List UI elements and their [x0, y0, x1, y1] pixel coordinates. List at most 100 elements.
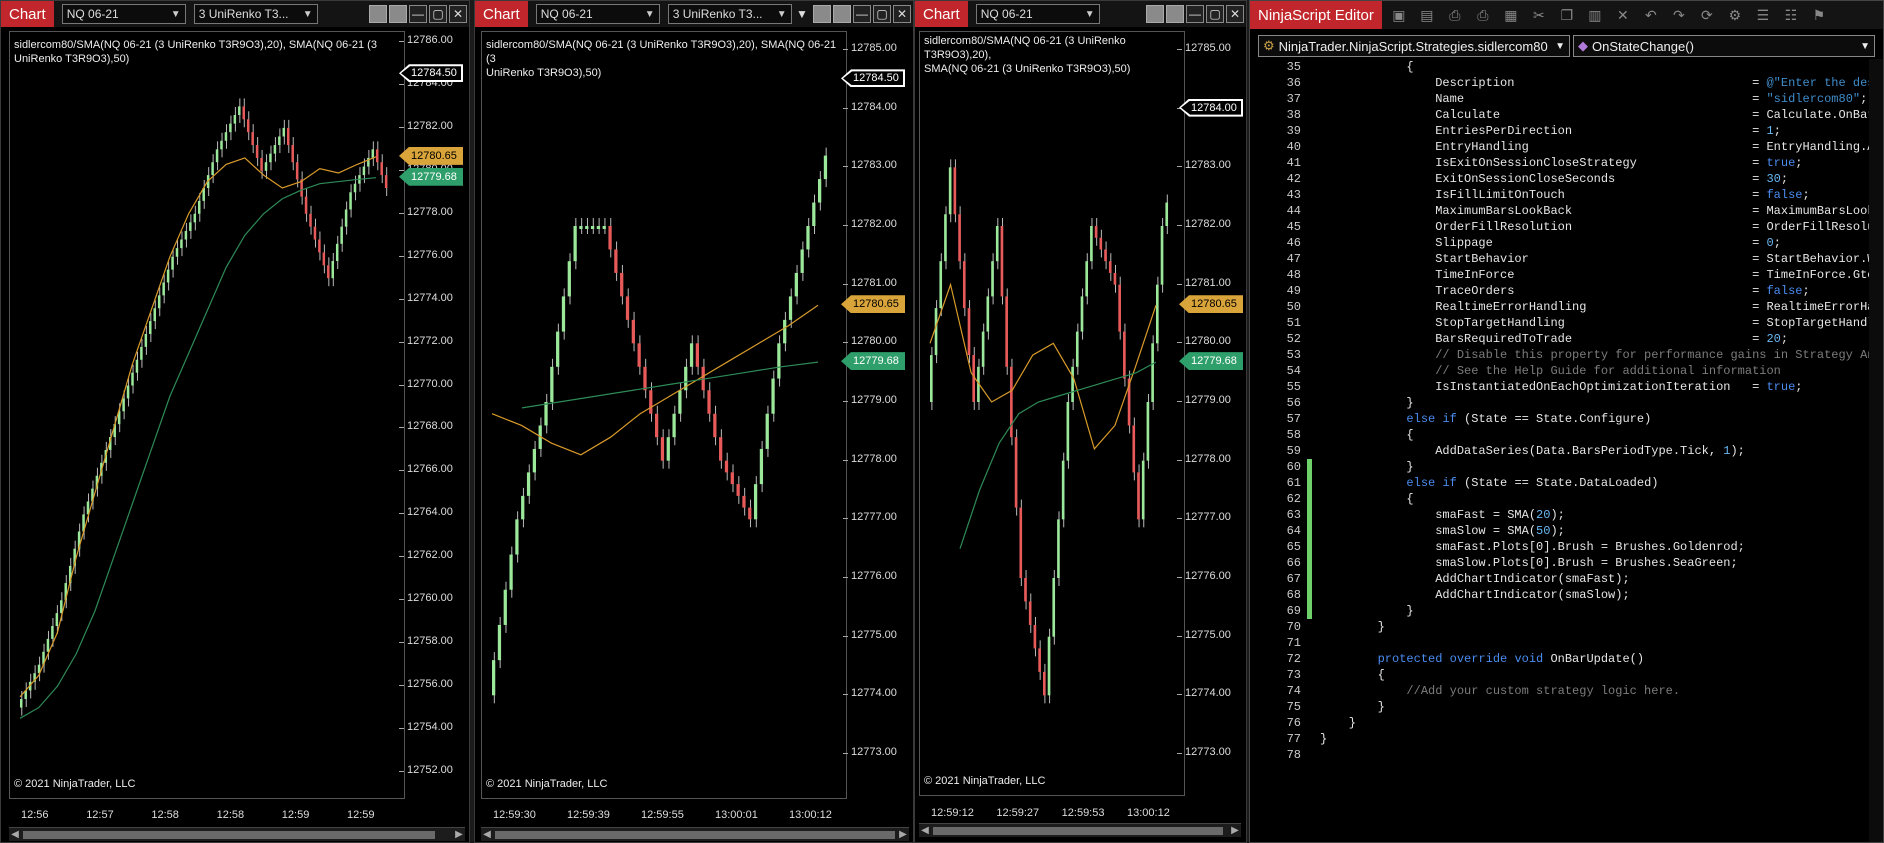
- save-all-icon[interactable]: ▤: [1416, 4, 1438, 26]
- chart-tab[interactable]: Chart: [1, 1, 54, 27]
- time-axis[interactable]: 12:56 12:57 12:58 12:58 12:59 12:59: [9, 809, 405, 823]
- code-line[interactable]: Slippage = 0;: [1320, 235, 1883, 251]
- code-line[interactable]: IsExitOnSessionCloseStrategy = true;: [1320, 155, 1883, 171]
- horizontal-scrollbar[interactable]: ◀ ▶: [481, 827, 909, 841]
- save-icon[interactable]: ▣: [1388, 4, 1410, 26]
- refresh-icon[interactable]: ⟳: [1696, 4, 1718, 26]
- delete-icon[interactable]: ✕: [1612, 4, 1634, 26]
- horizontal-scrollbar[interactable]: ◀ ▶: [9, 827, 465, 841]
- chart-tab[interactable]: Chart: [475, 1, 528, 27]
- code-line[interactable]: }: [1320, 603, 1883, 619]
- code-line[interactable]: TraceOrders = false;: [1320, 283, 1883, 299]
- bartype-selector[interactable]: 3 UniRenko T3... ▼: [667, 4, 792, 24]
- code-line[interactable]: {: [1320, 491, 1883, 507]
- comment-icon[interactable]: ☰: [1752, 4, 1774, 26]
- code-line[interactable]: Name = "sidlercom80";: [1320, 91, 1883, 107]
- tile-icon[interactable]: [369, 5, 387, 23]
- scroll-right-icon[interactable]: ▶: [897, 828, 909, 842]
- editor-title[interactable]: NinjaScript Editor: [1250, 1, 1382, 29]
- template-icon[interactable]: ▦: [1500, 4, 1522, 26]
- code-line[interactable]: smaSlow.Plots[0].Brush = Brushes.SeaGree…: [1320, 555, 1883, 571]
- code-line[interactable]: RealtimeErrorHandling = RealtimeErrorHa: [1320, 299, 1883, 315]
- debug-icon[interactable]: ⚑: [1808, 4, 1830, 26]
- code-line[interactable]: protected override void OnBarUpdate(): [1320, 651, 1883, 667]
- code-line[interactable]: AddChartIndicator(smaFast);: [1320, 571, 1883, 587]
- code-area[interactable]: { Description = @"Enter the des Name = "…: [1320, 59, 1883, 842]
- copy-icon[interactable]: ❐: [1556, 4, 1578, 26]
- scroll-right-icon[interactable]: ▶: [453, 828, 465, 842]
- code-line[interactable]: {: [1320, 59, 1883, 75]
- tile-icon[interactable]: [389, 5, 407, 23]
- maximize-button[interactable]: ▢: [429, 5, 447, 23]
- price-panel[interactable]: sidlercom80/SMA(NQ 06-21 (3 UniRenko T3R…: [481, 31, 847, 799]
- minimize-button[interactable]: —: [1186, 5, 1204, 23]
- class-selector[interactable]: ⚙ NinjaTrader.NinjaScript.Strategies.sidl…: [1258, 35, 1570, 57]
- close-button[interactable]: ✕: [449, 5, 467, 23]
- code-line[interactable]: TimeInForce = TimeInForce.Gtc: [1320, 267, 1883, 283]
- code-line[interactable]: else if (State == State.Configure): [1320, 411, 1883, 427]
- close-button[interactable]: ✕: [893, 5, 911, 23]
- code-line[interactable]: Calculate = Calculate.OnBar: [1320, 107, 1883, 123]
- code-line[interactable]: {: [1320, 427, 1883, 443]
- code-line[interactable]: }: [1320, 715, 1883, 731]
- scroll-left-icon[interactable]: ◀: [919, 824, 931, 838]
- code-line[interactable]: Description = @"Enter the des: [1320, 75, 1883, 91]
- code-line[interactable]: IsInstantiatedOnEachOptimizationIteratio…: [1320, 379, 1883, 395]
- instrument-selector[interactable]: NQ 06-21 ▼: [975, 4, 1100, 24]
- print-icon[interactable]: ⎙: [1444, 4, 1466, 26]
- compile-icon[interactable]: ⚙: [1724, 4, 1746, 26]
- price-panel[interactable]: sidlercom80/SMA(NQ 06-21 (3 UniRenko T3R…: [919, 31, 1185, 796]
- scroll-left-icon[interactable]: ◀: [481, 828, 493, 842]
- price-chart[interactable]: [10, 32, 406, 800]
- code-line[interactable]: AddDataSeries(Data.BarsPeriodType.Tick, …: [1320, 443, 1883, 459]
- cut-icon[interactable]: ✂: [1528, 4, 1550, 26]
- code-line[interactable]: // Disable this property for performance…: [1320, 347, 1883, 363]
- code-line[interactable]: [1320, 747, 1883, 763]
- print-preview-icon[interactable]: ⎙: [1472, 4, 1494, 26]
- paste-icon[interactable]: ▥: [1584, 4, 1606, 26]
- uncomment-icon[interactable]: ☷: [1780, 4, 1802, 26]
- code-line[interactable]: EntryHandling = EntryHandling.A: [1320, 139, 1883, 155]
- price-axis[interactable]: 12785.00 12784.00 12783.00 12782.00 12781.00…: [1177, 31, 1247, 796]
- chart-tab[interactable]: Chart: [915, 1, 968, 27]
- code-line[interactable]: BarsRequiredToTrade = 20;: [1320, 331, 1883, 347]
- tile-icon[interactable]: [1166, 5, 1184, 23]
- undo-icon[interactable]: ↶: [1640, 4, 1662, 26]
- scroll-thumb[interactable]: [23, 831, 435, 839]
- code-line[interactable]: EntriesPerDirection = 1;: [1320, 123, 1883, 139]
- price-axis[interactable]: 12786.0012784.0012782.0012780.0012778.00…: [399, 31, 469, 799]
- price-chart[interactable]: [482, 32, 848, 800]
- code-line[interactable]: }: [1320, 395, 1883, 411]
- price-axis[interactable]: 12785.00 12784.00 12783.00 12782.00 12781.00…: [841, 31, 913, 799]
- minimize-button[interactable]: —: [853, 5, 871, 23]
- scroll-left-icon[interactable]: ◀: [9, 828, 21, 842]
- tile-icon[interactable]: [1146, 5, 1164, 23]
- code-line[interactable]: //Add your custom strategy logic here.: [1320, 683, 1883, 699]
- price-panel[interactable]: sidlercom80/SMA(NQ 06-21 (3 UniRenko T3R…: [9, 31, 405, 799]
- price-chart[interactable]: [920, 32, 1186, 797]
- code-line[interactable]: ExitOnSessionCloseSeconds = 30;: [1320, 171, 1883, 187]
- code-line[interactable]: StartBehavior = StartBehavior.W: [1320, 251, 1883, 267]
- tile-icon[interactable]: [833, 5, 851, 23]
- code-line[interactable]: smaFast.Plots[0].Brush = Brushes.Goldenr…: [1320, 539, 1883, 555]
- code-line[interactable]: else if (State == State.DataLoaded): [1320, 475, 1883, 491]
- method-selector[interactable]: ◆ OnStateChange() ▼: [1573, 35, 1875, 57]
- code-line[interactable]: IsFillLimitOnTouch = false;: [1320, 187, 1883, 203]
- code-line[interactable]: // See the Help Guide for additional inf…: [1320, 363, 1883, 379]
- chevron-down-icon[interactable]: ▼: [793, 5, 811, 23]
- tile-icon[interactable]: [813, 5, 831, 23]
- code-line[interactable]: OrderFillResolution = OrderFillResolu: [1320, 219, 1883, 235]
- maximize-button[interactable]: ▢: [873, 5, 891, 23]
- code-line[interactable]: }: [1320, 731, 1883, 747]
- code-line[interactable]: MaximumBarsLookBack = MaximumBarsLook: [1320, 203, 1883, 219]
- code-line[interactable]: }: [1320, 699, 1883, 715]
- scroll-right-icon[interactable]: ▶: [1229, 824, 1241, 838]
- code-line[interactable]: smaSlow = SMA(50);: [1320, 523, 1883, 539]
- instrument-selector[interactable]: NQ 06-21 ▼: [535, 4, 660, 24]
- code-line[interactable]: }: [1320, 459, 1883, 475]
- scroll-thumb[interactable]: [495, 831, 895, 839]
- bartype-selector[interactable]: 3 UniRenko T3... ▼: [193, 4, 318, 24]
- code-line[interactable]: StopTargetHandling = StopTargetHandl: [1320, 315, 1883, 331]
- redo-icon[interactable]: ↷: [1668, 4, 1690, 26]
- code-line[interactable]: smaFast = SMA(20);: [1320, 507, 1883, 523]
